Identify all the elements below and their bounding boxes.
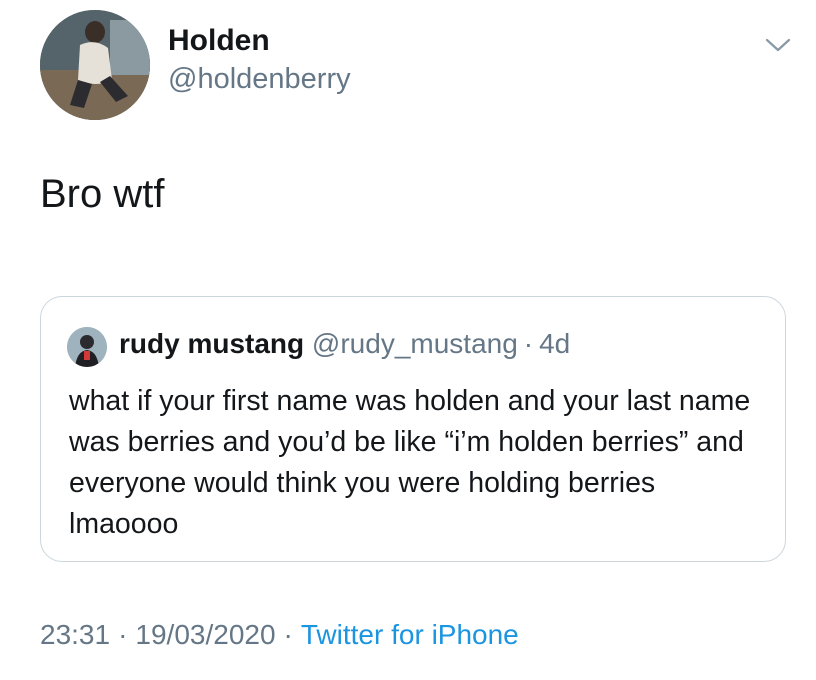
meta-separator: · bbox=[118, 619, 128, 650]
quoted-display-name[interactable]: rudy mustang bbox=[119, 328, 304, 359]
tweet-metadata: 23:31 · 19/03/2020 · Twitter for iPhone bbox=[40, 618, 519, 652]
quoted-avatar-photo bbox=[67, 327, 107, 367]
tweet-text: Bro wtf bbox=[40, 172, 165, 216]
chevron-down-icon[interactable] bbox=[764, 34, 792, 56]
quoted-tweet-card[interactable]: rudy mustang @rudy_mustang · 4d what if yo… bbox=[40, 296, 786, 562]
quoted-author-avatar[interactable] bbox=[67, 327, 107, 367]
author-handle[interactable]: @holdenberry bbox=[168, 62, 351, 96]
quoted-separator: · bbox=[523, 328, 534, 359]
author-display-name[interactable]: Holden bbox=[168, 24, 270, 58]
author-avatar[interactable] bbox=[40, 10, 150, 120]
quoted-age: 4d bbox=[539, 328, 571, 359]
quoted-handle[interactable]: @rudy_mustang bbox=[312, 328, 518, 359]
quoted-header: rudy mustang @rudy_mustang · 4d bbox=[119, 327, 570, 361]
quoted-tweet-text: what if your first name was holden and y… bbox=[69, 385, 751, 540]
tweet-time[interactable]: 23:31 bbox=[40, 619, 110, 650]
tweet: Holden @holdenberry Bro wtf rudy mustang… bbox=[0, 0, 816, 680]
tweet-date[interactable]: 19/03/2020 bbox=[135, 619, 275, 650]
tweet-source-link[interactable]: Twitter for iPhone bbox=[301, 619, 519, 650]
meta-separator: · bbox=[283, 619, 293, 650]
avatar-photo bbox=[40, 10, 150, 120]
